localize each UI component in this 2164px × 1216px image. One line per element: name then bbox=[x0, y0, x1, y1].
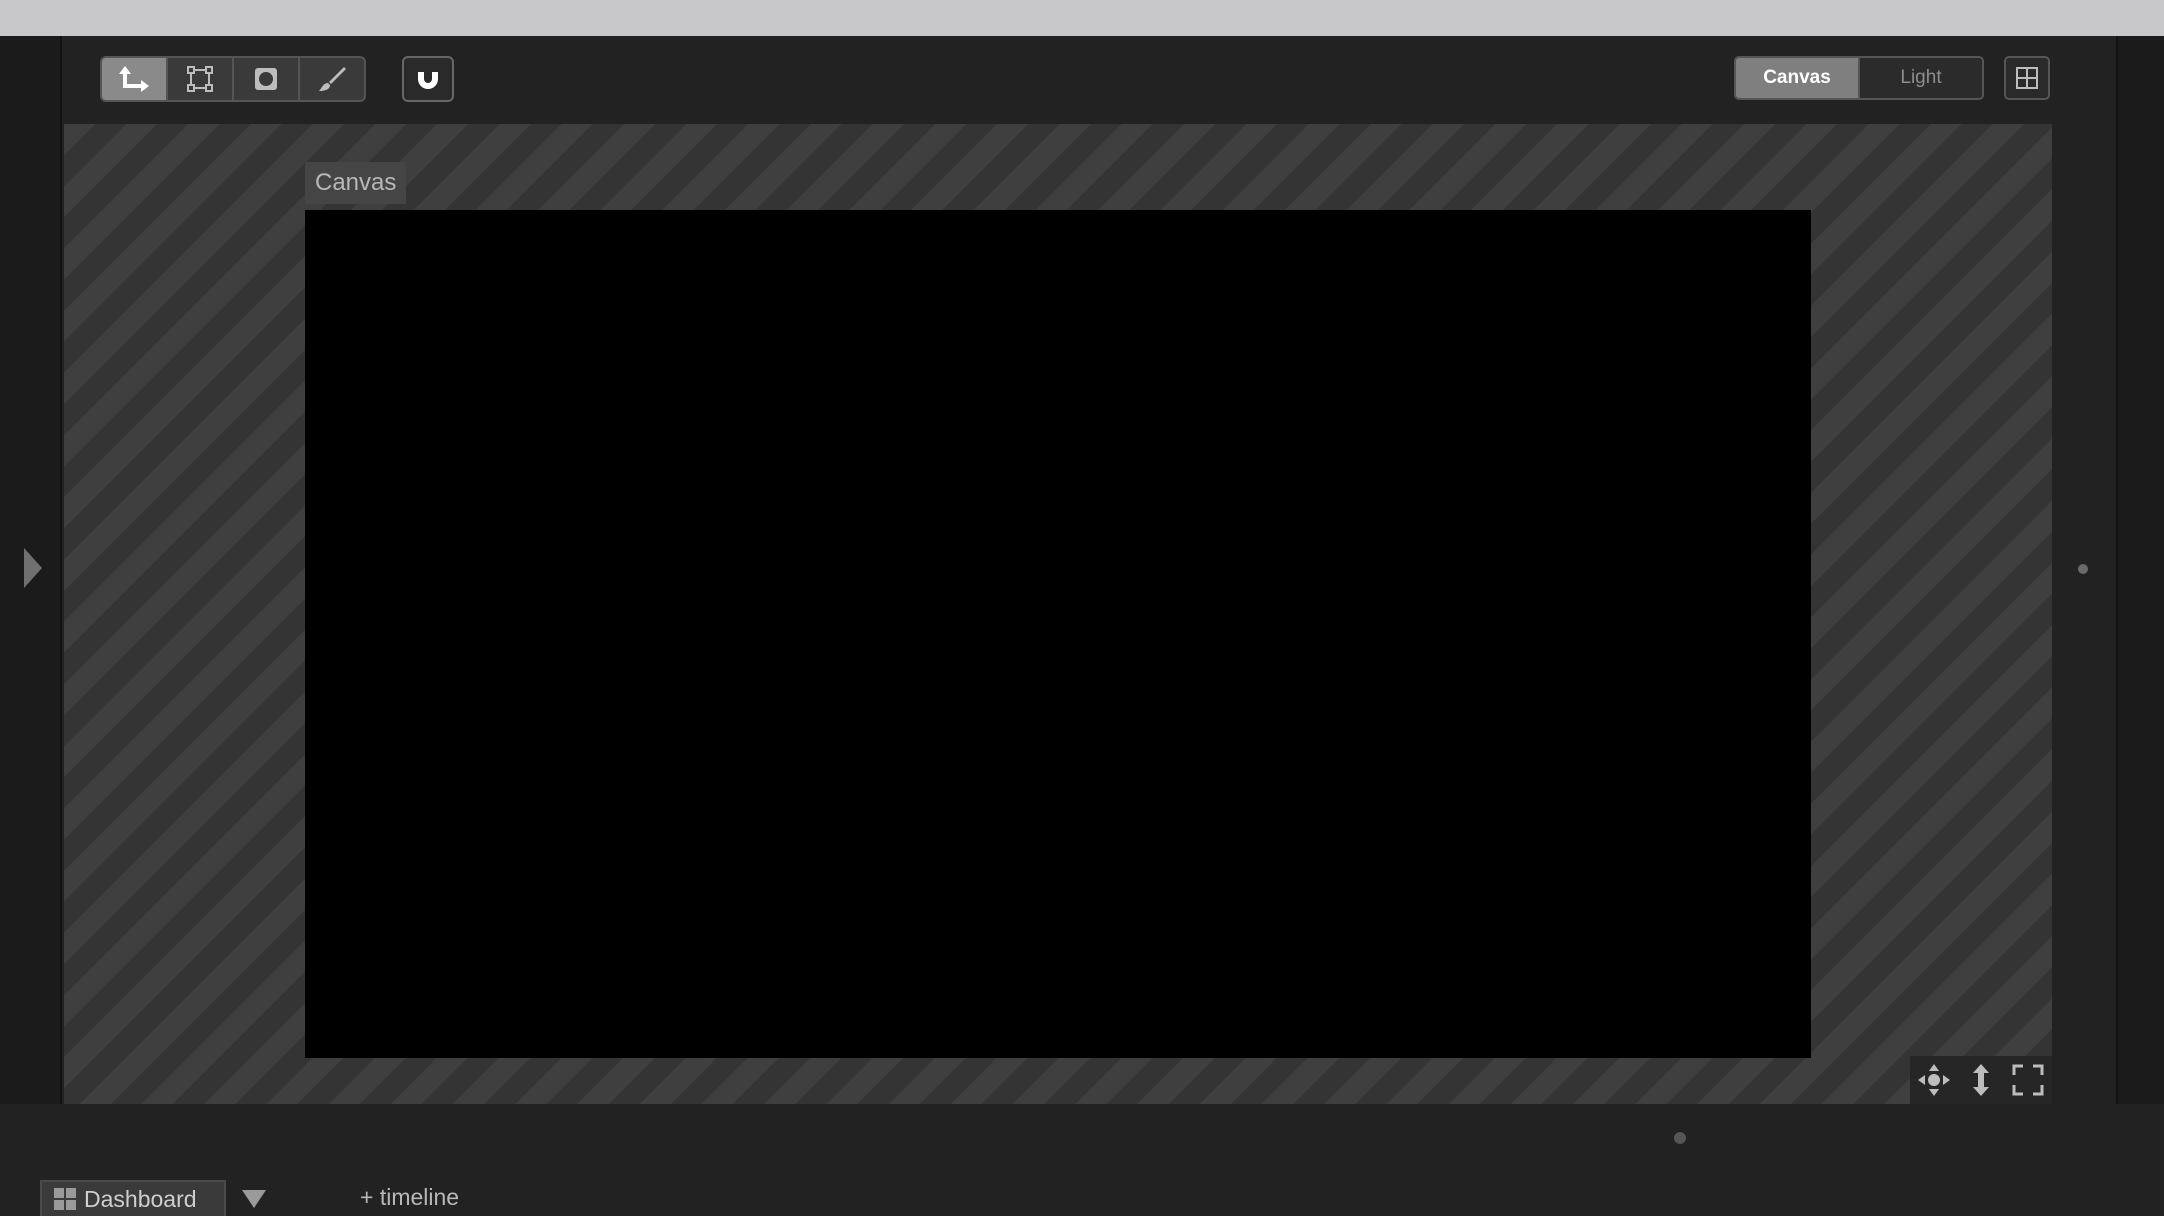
transform-box-icon bbox=[187, 66, 213, 92]
canvas[interactable] bbox=[305, 210, 1811, 1058]
brush-icon bbox=[319, 67, 346, 91]
grid-layout-icon bbox=[2016, 67, 2038, 89]
pan-button[interactable] bbox=[1914, 1060, 1954, 1100]
snap-magnet-button[interactable] bbox=[402, 56, 454, 102]
dashboard-grid-icon bbox=[54, 1188, 76, 1210]
pan-icon bbox=[1917, 1064, 1950, 1096]
window-titlebar bbox=[0, 0, 2164, 36]
view-mode-light-button[interactable]: Light bbox=[1860, 58, 1982, 98]
brush-tool-button[interactable] bbox=[300, 58, 364, 100]
left-panel-expand-icon[interactable] bbox=[24, 548, 42, 588]
right-panel-handle[interactable] bbox=[2078, 564, 2088, 574]
tab-dropdown-icon[interactable] bbox=[242, 1190, 266, 1208]
fullscreen-icon bbox=[2012, 1064, 2044, 1096]
tab-dashboard[interactable]: Dashboard bbox=[40, 1180, 226, 1216]
view-mode-canvas-button[interactable]: Canvas bbox=[1736, 58, 1860, 98]
tab-dashboard-label: Dashboard bbox=[84, 1185, 197, 1212]
transform-tool-button[interactable] bbox=[168, 58, 234, 100]
right-panel-gutter bbox=[2116, 36, 2164, 1104]
view-controls bbox=[1910, 1056, 2052, 1104]
fullscreen-button[interactable] bbox=[2008, 1060, 2048, 1100]
vertical-resize-button[interactable] bbox=[1961, 1060, 2001, 1100]
stage-area: Canvas bbox=[64, 124, 2052, 1104]
add-timeline-button[interactable]: + timeline bbox=[360, 1184, 459, 1211]
mask-tool-button[interactable] bbox=[234, 58, 300, 100]
mask-circle-icon bbox=[255, 68, 277, 90]
move-arrow-icon bbox=[119, 66, 149, 92]
view-mode-toggle: Canvas Light bbox=[1734, 56, 1984, 100]
magnet-icon bbox=[418, 68, 438, 89]
bottom-panel-handle[interactable] bbox=[1674, 1132, 1686, 1144]
vertical-resize-icon bbox=[1972, 1064, 1989, 1096]
layout-grid-button[interactable] bbox=[2004, 56, 2050, 100]
tool-group bbox=[100, 56, 366, 102]
top-toolbar: Canvas Light bbox=[64, 36, 2116, 124]
move-tool-button[interactable] bbox=[102, 58, 168, 100]
canvas-title: Canvas bbox=[305, 162, 407, 204]
